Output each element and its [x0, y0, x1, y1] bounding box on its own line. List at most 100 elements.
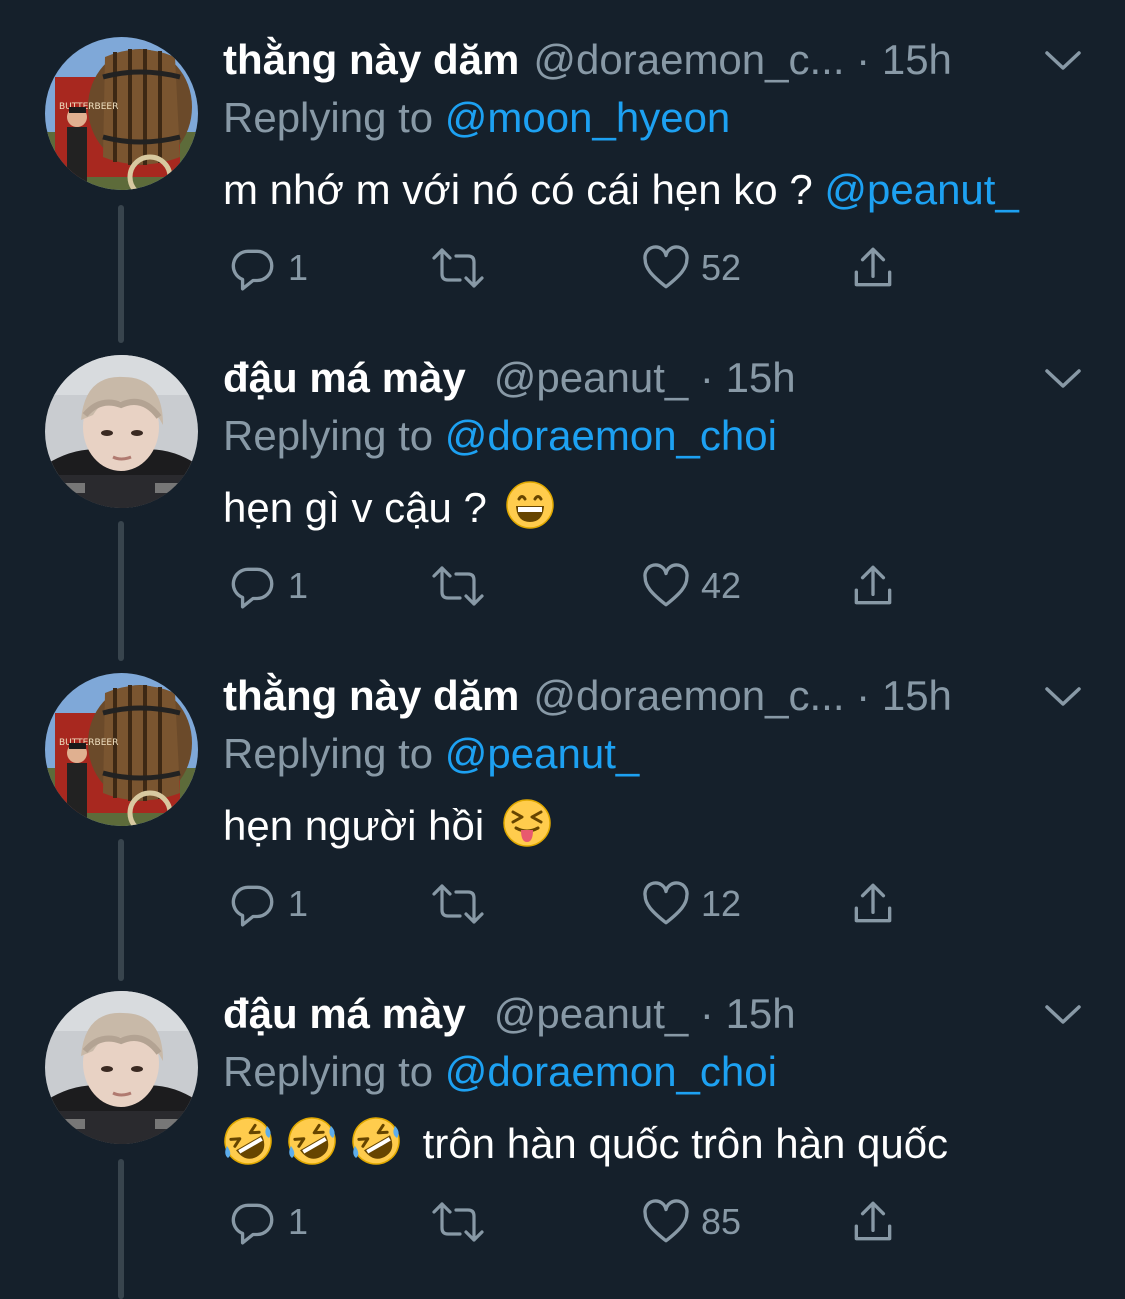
- reply-icon: [231, 249, 274, 291]
- chevron-down-icon[interactable]: [1043, 684, 1083, 710]
- rolling-laughing-face-icon: [224, 1117, 272, 1165]
- heart-icon: [643, 245, 689, 289]
- squinting-tongue-face-icon: [503, 799, 551, 847]
- separator: ·: [844, 672, 882, 719]
- share-button[interactable]: [848, 556, 898, 616]
- user-handle[interactable]: @doraemon_c...: [533, 36, 844, 83]
- display-name[interactable]: đậu má mày: [223, 354, 466, 401]
- reply-count: 1: [288, 1201, 309, 1242]
- reply-count: 1: [288, 883, 309, 924]
- display-name[interactable]: thằng này dăm: [223, 672, 519, 719]
- share-button[interactable]: [848, 1192, 898, 1252]
- tweet[interactable]: đậu má mày @peanut_ · 15h Replying to @do…: [0, 318, 1125, 661]
- like-count: 12: [701, 883, 742, 924]
- user-handle[interactable]: @peanut_: [494, 354, 688, 401]
- timestamp[interactable]: 15h: [882, 672, 952, 719]
- tweet-actions: 1 52: [223, 238, 923, 298]
- tweet[interactable]: đậu má mày @peanut_ · 15h Replying to @do…: [0, 954, 1125, 1299]
- separator: ·: [844, 36, 882, 83]
- avatar[interactable]: BUTTERBEER: [45, 37, 198, 190]
- tweet-text-content: m nhớ m với nó có cái hẹn ko ?: [223, 166, 813, 213]
- replying-to: Replying to @doraemon_choi: [223, 410, 777, 462]
- retweet-button[interactable]: [430, 238, 486, 298]
- like-count: 52: [701, 247, 742, 288]
- share-icon: [854, 883, 892, 923]
- reply-mention-link[interactable]: @doraemon_choi: [445, 1048, 777, 1095]
- heart-icon: [643, 881, 689, 925]
- retweet-button[interactable]: [430, 1192, 486, 1252]
- rolling-laughing-face-icon: [352, 1117, 400, 1165]
- tweet-text: trôn hàn quốc trôn hàn quốc: [223, 1116, 948, 1172]
- tweet-header: đậu má mày @peanut_ · 15h: [223, 988, 1085, 1040]
- like-button[interactable]: 52: [641, 238, 741, 298]
- mention-link[interactable]: @peanut_: [824, 166, 1018, 213]
- avatar[interactable]: BUTTERBEER: [45, 673, 198, 826]
- reply-count: 1: [288, 247, 309, 288]
- tweet-text-content: trôn hàn quốc trôn hàn quốc: [422, 1120, 949, 1167]
- timestamp[interactable]: 15h: [882, 36, 952, 83]
- reply-icon: [231, 567, 274, 609]
- reply-button[interactable]: 1: [228, 1192, 308, 1252]
- tweet-text-content: hẹn gì v cậu ?: [223, 484, 487, 531]
- reply-mention-link[interactable]: @peanut_: [445, 730, 639, 777]
- like-button[interactable]: 85: [641, 1192, 741, 1252]
- share-button[interactable]: [848, 874, 898, 934]
- share-icon: [854, 247, 892, 287]
- separator: ·: [688, 354, 726, 401]
- tweet-header: đậu má mày @peanut_ · 15h: [223, 352, 1085, 404]
- share-icon: [854, 565, 892, 605]
- retweet-icon: [432, 1202, 484, 1242]
- replying-to: Replying to @moon_hyeon: [223, 92, 730, 144]
- tweet-actions: 1 42: [223, 556, 923, 616]
- reply-button[interactable]: 1: [228, 556, 308, 616]
- grinning-face-icon: [505, 481, 554, 529]
- replying-label: Replying to: [223, 412, 434, 459]
- retweet-icon: [432, 248, 484, 288]
- like-button[interactable]: 12: [641, 874, 741, 934]
- user-handle[interactable]: @doraemon_c...: [533, 672, 844, 719]
- share-icon: [854, 1201, 892, 1241]
- like-count: 85: [701, 1201, 742, 1242]
- chevron-down-icon[interactable]: [1043, 366, 1083, 392]
- tweet-actions: 1 12: [223, 874, 923, 934]
- avatar[interactable]: [45, 991, 198, 1144]
- thread-line: [118, 1159, 124, 1299]
- tweet-text-content: hẹn người hồi: [223, 802, 485, 849]
- reply-button[interactable]: 1: [228, 238, 308, 298]
- tweet[interactable]: BUTTERBEER thằng này dăm @doraemon_c... ·…: [0, 0, 1125, 343]
- svg-text:BUTTERBEER: BUTTERBEER: [59, 738, 118, 748]
- tweet-text: m nhớ m với nó có cái hẹn ko ? @peanut_: [223, 162, 1019, 218]
- display-name[interactable]: đậu má mày: [223, 990, 466, 1037]
- retweet-icon: [432, 566, 484, 606]
- retweet-button[interactable]: [430, 556, 486, 616]
- retweet-button[interactable]: [430, 874, 486, 934]
- reply-count: 1: [288, 565, 309, 606]
- like-button[interactable]: 42: [641, 556, 741, 616]
- tweet-text: hẹn gì v cậu ?: [223, 480, 555, 536]
- replying-label: Replying to: [223, 1048, 434, 1095]
- chevron-down-icon[interactable]: [1043, 1002, 1083, 1028]
- chevron-down-icon[interactable]: [1043, 48, 1083, 74]
- svg-text:BUTTERBEER: BUTTERBEER: [59, 102, 118, 112]
- display-name[interactable]: thằng này dăm: [223, 36, 519, 83]
- separator: ·: [688, 990, 726, 1037]
- tweet-text: hẹn người hồi: [223, 798, 552, 854]
- reply-mention-link[interactable]: @moon_hyeon: [445, 94, 731, 141]
- heart-icon: [643, 563, 689, 607]
- reply-button[interactable]: 1: [228, 874, 308, 934]
- tweet-header: thằng này dăm @doraemon_c... · 15h: [223, 34, 1085, 86]
- reply-mention-link[interactable]: @doraemon_choi: [445, 412, 777, 459]
- share-button[interactable]: [848, 238, 898, 298]
- barrel-avatar-image: BUTTERBEER: [45, 673, 198, 826]
- avatar[interactable]: [45, 355, 198, 508]
- rolling-laughing-face-icon: [288, 1117, 336, 1165]
- user-handle[interactable]: @peanut_: [494, 990, 688, 1037]
- portrait-avatar-image: [45, 355, 198, 508]
- portrait-avatar-image: [45, 991, 198, 1144]
- tweet[interactable]: BUTTERBEER thằng này dăm @doraemon_c... ·…: [0, 636, 1125, 981]
- timestamp[interactable]: 15h: [726, 990, 796, 1037]
- replying-to: Replying to @peanut_: [223, 728, 639, 780]
- tweet-header: thằng này dăm @doraemon_c... · 15h: [223, 670, 1085, 722]
- timestamp[interactable]: 15h: [726, 354, 796, 401]
- like-count: 42: [701, 565, 742, 606]
